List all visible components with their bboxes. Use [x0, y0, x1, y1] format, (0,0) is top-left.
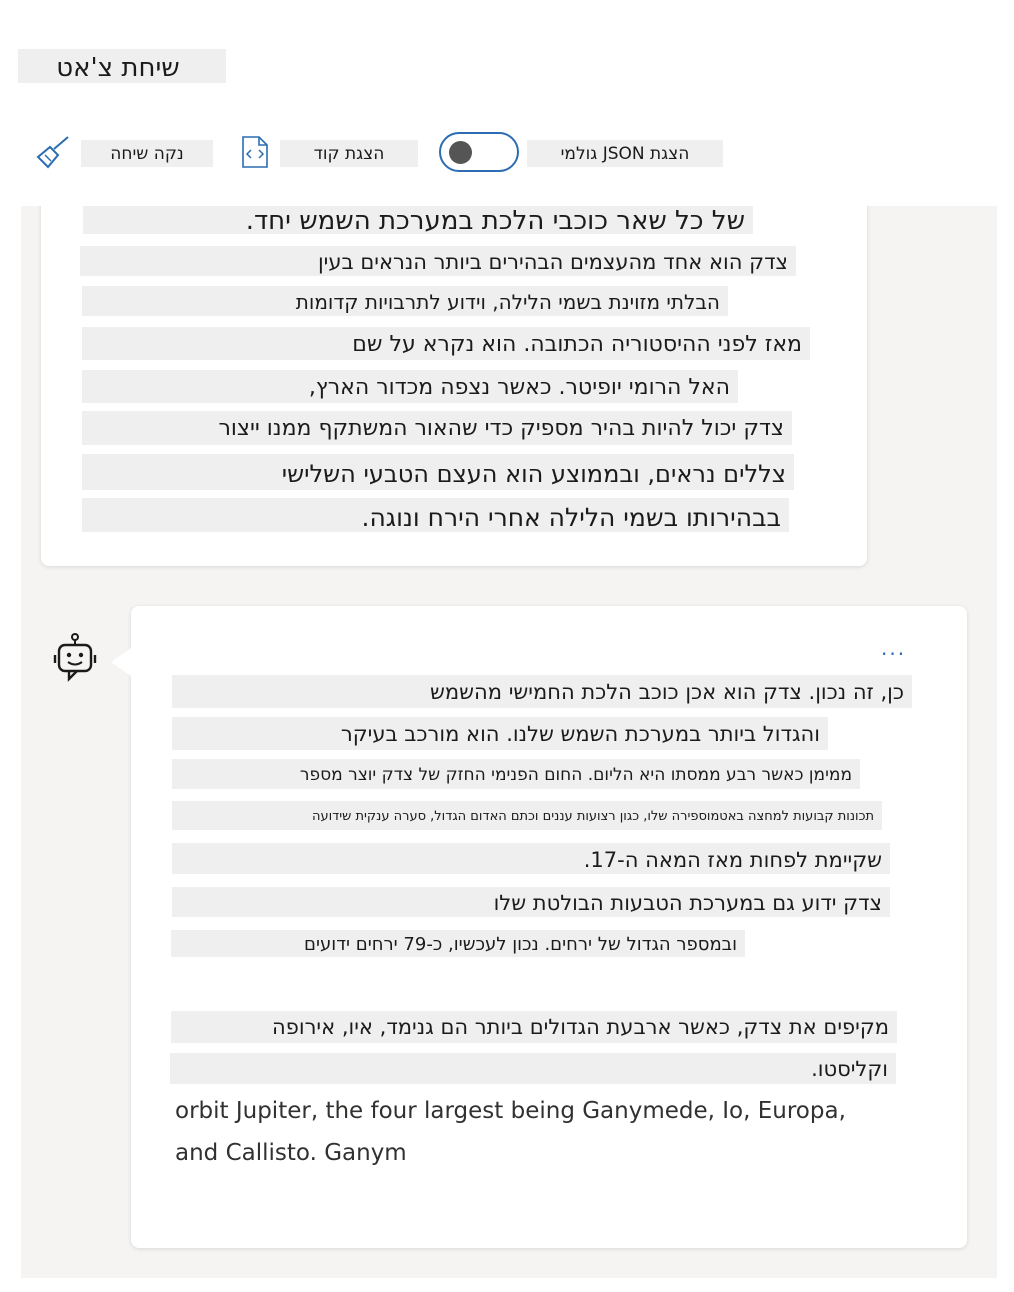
user-message-line: של כל שאר כוכבי הלכת במערכת השמש יחד.	[83, 206, 753, 236]
bot-message-line: מקיפים את צדק, כאשר ארבעת הגדולים ביותר …	[171, 1011, 897, 1043]
bot-english-line: and Callisto. Ganym	[175, 1140, 407, 1166]
raw-json-label: הצגת JSON גולמי	[527, 140, 723, 167]
clear-chat-button[interactable]: נקה שיחה	[81, 140, 213, 167]
toggle-knob	[449, 141, 472, 164]
bot-message-line: ממימן כאשר רבע ממסתו היא הליום. החום הפנ…	[172, 759, 860, 789]
bot-message-line: וקליסטו.	[170, 1053, 896, 1084]
bot-english-line: orbit Jupiter, the four largest being Ga…	[175, 1098, 846, 1124]
more-options-button[interactable]: ...	[881, 636, 906, 660]
user-message-line: האל הרומי יופיטר. כאשר נצפה מכדור הארץ,	[82, 370, 738, 403]
bot-message-line: כן, זה נכון. צדק הוא אכן כוכב הלכת החמיש…	[172, 675, 912, 708]
raw-json-toggle[interactable]	[439, 132, 519, 172]
user-message-line: צדק הוא אחד מהעצמים הבהירים ביותר הנראים…	[80, 246, 796, 276]
chat-area: של כל שאר כוכבי הלכת במערכת השמש יחד. צד…	[21, 206, 997, 1278]
bot-message-pointer	[111, 648, 131, 676]
user-message-line: צללים נראים, ובממוצע הוא העצם הטבעי השלי…	[82, 454, 794, 490]
bot-icon	[53, 633, 97, 689]
bot-message-line: ובמספר הגדול של ירחים. נכון לעכשיו, כ-79…	[171, 930, 745, 957]
bot-message-line: תכונות קבועות למחצה באטמוספירה שלו, כגון…	[172, 801, 882, 830]
bot-message-line: צדק ידוע גם במערכת הטבעות הבולטת שלו	[172, 887, 890, 917]
bot-message-line: שקיימת לפחות מאז המאה ה-17.	[172, 843, 890, 874]
show-code-button[interactable]: הצגת קוד	[280, 140, 418, 167]
page-title: שיחת צ'אט	[18, 49, 226, 83]
bot-message-line: והגדול ביותר במערכת השמש שלנו. הוא מורכב…	[172, 717, 828, 750]
user-message-line: בבהירותו בשמי הלילה אחרי הירח ונוגה.	[82, 498, 789, 532]
user-message-line: צדק יכול להיות בהיר מספיק כדי שהאור המשת…	[82, 411, 792, 445]
broom-icon[interactable]	[36, 135, 72, 175]
user-message-line: הבלתי מזוינת בשמי הלילה, וידוע לתרבויות …	[82, 286, 728, 316]
user-message-line: מאז לפני ההיסטוריה הכתובה. הוא נקרא על ש…	[82, 327, 810, 360]
code-file-icon[interactable]	[241, 135, 269, 173]
